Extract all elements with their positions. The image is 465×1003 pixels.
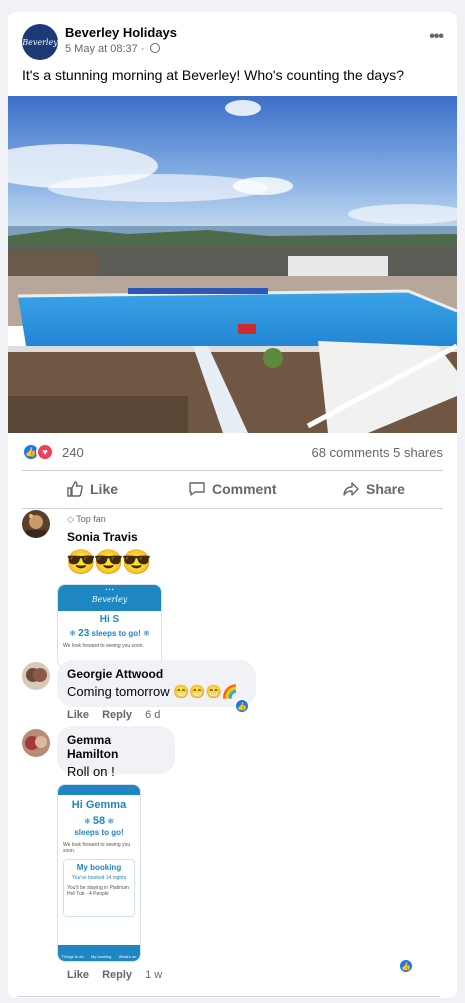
comments-shares[interactable]: 68 comments 5 shares bbox=[311, 445, 443, 460]
commenter-photo bbox=[25, 736, 47, 750]
divider bbox=[18, 996, 440, 997]
commenter-photo bbox=[26, 514, 46, 538]
sleeps-counter: ❄ 23 sleeps to go! ❄ bbox=[58, 628, 161, 639]
page-name[interactable]: Beverley Holidays bbox=[65, 25, 177, 40]
badge-label: Top fan bbox=[76, 514, 106, 524]
comment-like-button[interactable]: Like bbox=[67, 709, 89, 721]
love-reaction-icon: ♥ bbox=[36, 443, 54, 461]
avatar[interactable] bbox=[22, 662, 50, 690]
more-options-icon[interactable]: ••• bbox=[429, 28, 444, 46]
booking-body: You'll be staying in Platinum Hot Tub - … bbox=[67, 885, 129, 897]
sleeps-number: 23 bbox=[78, 628, 90, 639]
status-bar: ▪ ▪ ▪ bbox=[105, 587, 114, 593]
comment-text: Roll on ! bbox=[67, 764, 115, 779]
like-button[interactable]: Like bbox=[66, 480, 118, 498]
comment-time[interactable]: 6 d bbox=[145, 709, 160, 721]
top-fan-badge: ◇ Top fan bbox=[67, 514, 106, 525]
nav-item: What's on bbox=[118, 954, 137, 959]
comment-actions: Like Reply 6 d bbox=[67, 709, 170, 721]
comment-time[interactable]: 1 w bbox=[145, 969, 162, 981]
sleeps-number: 58 bbox=[92, 815, 106, 827]
booking-subtitle: You've booked 14 nights bbox=[71, 875, 127, 881]
comment-bubble: Gemma Hamilton Roll on ! bbox=[57, 726, 175, 779]
post-card: Beverley Beverley Holidays 5 May at 08:3… bbox=[8, 12, 457, 998]
app-footer-text: We look forward to seeing you soon. bbox=[63, 842, 131, 854]
post-actions: Like Comment Share bbox=[22, 474, 443, 504]
snowflake-icon: ❄ bbox=[69, 629, 76, 638]
snowflake-icon: ❄ bbox=[107, 817, 115, 826]
app-footer-text: We look forward to seeing you soon. bbox=[63, 643, 144, 649]
app-greeting: Hi Gemma bbox=[71, 799, 127, 811]
comment-bubble: Georgie Attwood Coming tomorrow 😁😁😁🌈 bbox=[57, 660, 256, 707]
comment-like-icon[interactable]: 👍 bbox=[234, 698, 250, 714]
comment-icon bbox=[189, 482, 205, 496]
comment-attachment-image[interactable]: Hi Gemma ❄ 58 ❄ sleeps to go! We look fo… bbox=[57, 784, 141, 962]
booking-title: My booking bbox=[76, 863, 122, 872]
logo-text: Beverley bbox=[22, 37, 58, 47]
comment-label: Comment bbox=[212, 481, 277, 497]
commenter-name[interactable]: Georgie Attwood bbox=[67, 667, 246, 681]
comment-like-button[interactable]: Like bbox=[67, 969, 89, 981]
post-header: Beverley Beverley Holidays 5 May at 08:3… bbox=[8, 12, 457, 96]
app-greeting: Hi S bbox=[99, 614, 120, 625]
share-icon bbox=[343, 482, 359, 496]
avatar[interactable] bbox=[22, 510, 50, 538]
thumbs-up-icon bbox=[67, 481, 83, 497]
post-meta: 5 May at 08:37 · bbox=[65, 43, 160, 55]
sleeps-label: sleeps to go! bbox=[91, 629, 141, 638]
commenter-name[interactable]: Sonia Travis bbox=[67, 530, 138, 544]
post-text: It's a stunning morning at Beverley! Who… bbox=[22, 67, 404, 83]
snowflake-icon: ❄ bbox=[143, 629, 150, 638]
app-bottom-nav: Things to do My booking What's on bbox=[58, 945, 140, 961]
sleeps-counter: ❄ 58 ❄ sleeps to go! bbox=[58, 816, 140, 838]
page-avatar[interactable]: Beverley bbox=[22, 24, 58, 60]
comment-reply-button[interactable]: Reply bbox=[102, 709, 132, 721]
commenter-name[interactable]: Gemma Hamilton bbox=[67, 733, 165, 761]
comment-reply-button[interactable]: Reply bbox=[102, 969, 132, 981]
comment-actions: Like Reply 1 w bbox=[67, 969, 172, 981]
snowflake-icon: ❄ bbox=[83, 817, 91, 826]
nav-item: Things to do bbox=[61, 954, 84, 959]
reaction-count[interactable]: 240 bbox=[62, 445, 84, 460]
comment-like-icon[interactable]: 👍 bbox=[398, 958, 414, 974]
comment-text: Coming tomorrow 😁😁😁🌈 bbox=[67, 684, 238, 699]
commenter-photo bbox=[26, 668, 47, 682]
sleeps-label: sleeps to go! bbox=[74, 828, 124, 837]
post-photo[interactable] bbox=[8, 96, 457, 433]
app-header: ▪ ▪ ▪ Beverley bbox=[58, 585, 161, 611]
diamond-icon: ◇ bbox=[67, 514, 74, 524]
app-brand: Beverley bbox=[91, 595, 128, 604]
app-header bbox=[58, 785, 140, 795]
nav-item: My booking bbox=[90, 954, 112, 959]
comment-text: 😎😎😎 bbox=[66, 549, 152, 576]
pool-photo bbox=[8, 96, 457, 433]
globe-icon bbox=[149, 43, 160, 53]
like-label: Like bbox=[90, 481, 119, 497]
reaction-stats: 👍 ♥ 240 68 comments 5 shares bbox=[22, 442, 443, 464]
share-button[interactable]: Share bbox=[342, 480, 405, 498]
comment-button[interactable]: Comment bbox=[188, 480, 277, 498]
avatar[interactable] bbox=[22, 729, 50, 757]
divider bbox=[22, 508, 443, 509]
comment-attachment-image[interactable]: ▪ ▪ ▪ Beverley Hi S ❄ 23 sleeps to go! ❄… bbox=[57, 584, 162, 668]
share-label: Share bbox=[366, 481, 405, 497]
divider bbox=[22, 470, 443, 471]
post-date[interactable]: 5 May at 08:37 · bbox=[65, 43, 145, 55]
booking-card: My booking You've booked 14 nights You'l… bbox=[63, 859, 135, 917]
